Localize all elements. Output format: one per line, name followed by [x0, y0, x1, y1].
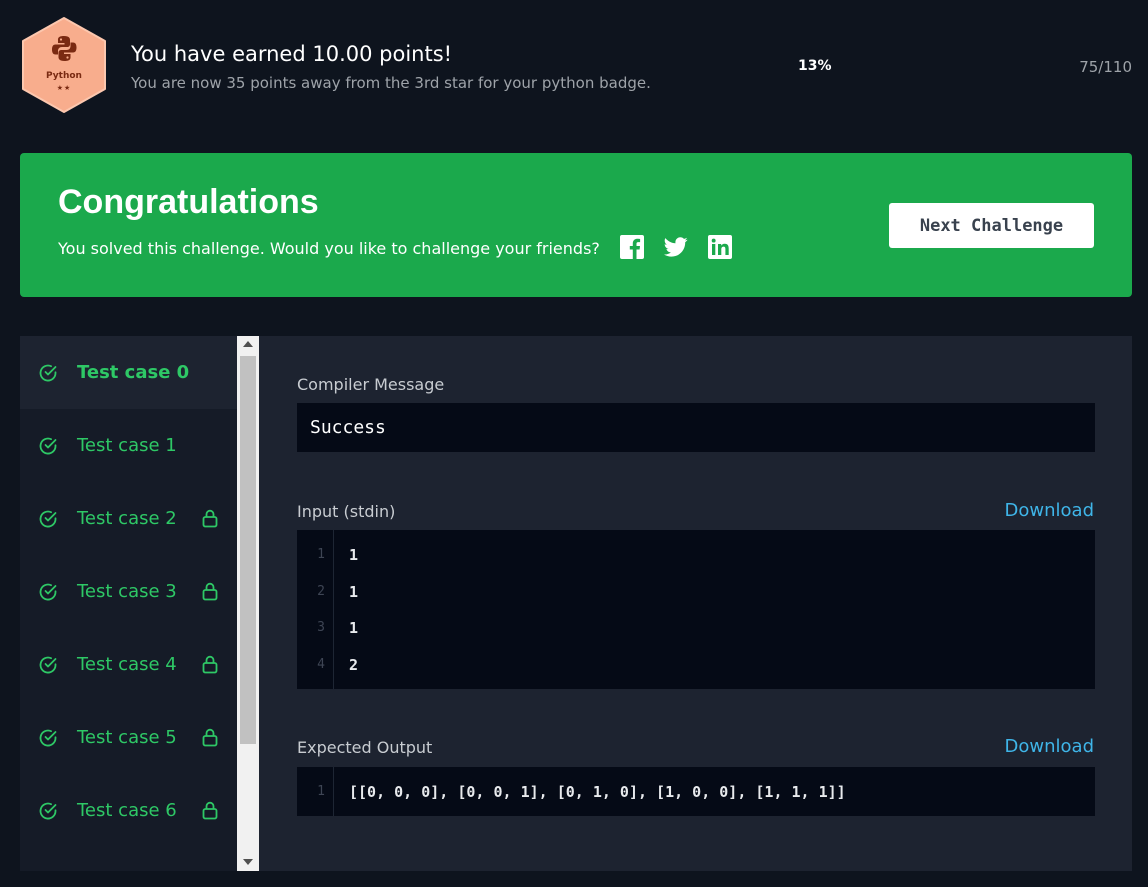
test-case-list: Test case 0 Test case 1 Test case 2 Test ca… — [20, 336, 237, 871]
linkedin-icon[interactable] — [708, 235, 732, 259]
test-case-label: Test case 4 — [77, 654, 177, 675]
python-badge: Python ★★ — [19, 16, 109, 114]
code-line: 11 — [297, 545, 1095, 565]
line-number: 2 — [317, 583, 325, 599]
check-circle-icon — [39, 729, 57, 746]
line-number: 4 — [317, 656, 325, 672]
expected-output-download-link[interactable]: Download — [1005, 736, 1094, 757]
line-content: 1 — [349, 619, 359, 637]
test-case-label: Test case 5 — [77, 727, 177, 748]
expected-output-code-box: 1 [[0, 0, 0], [0, 0, 1], [0, 1, 0], [1, 0… — [297, 767, 1095, 816]
compiler-message-box: Success — [297, 403, 1095, 452]
test-case-label: Test case 3 — [77, 581, 177, 602]
code-line: 31 — [297, 618, 1095, 638]
test-case-item[interactable]: Test case 5 — [20, 701, 237, 774]
test-case-label: Test case 1 — [77, 435, 177, 456]
facebook-icon[interactable] — [620, 235, 644, 259]
test-case-item[interactable]: Test case 3 — [20, 555, 237, 628]
line-number: 3 — [317, 620, 325, 635]
line-content: 2 — [349, 655, 359, 674]
test-result-panel: Compiler Message Success Input (stdin) D… — [259, 336, 1132, 871]
points-earned-title: You have earned 10.00 points! — [131, 42, 453, 66]
input-code-box: 11213142 — [297, 530, 1095, 689]
badge-stars: ★★ — [56, 84, 72, 92]
congratulations-banner: Congratulations You solved this challeng… — [20, 153, 1132, 297]
test-case-label: Test case 0 — [77, 362, 190, 383]
test-case-item[interactable]: Test case 0 — [20, 336, 237, 409]
banner-text: You solved this challenge. Would you lik… — [58, 239, 600, 258]
code-line: 1 [[0, 0, 0], [0, 0, 1], [0, 1, 0], [1, 0… — [297, 782, 1095, 802]
test-case-item[interactable]: Test case 6 — [20, 774, 237, 847]
expected-output-label: Expected Output — [297, 738, 433, 757]
compiler-message-text: Success — [310, 417, 386, 438]
check-circle-icon — [39, 802, 57, 819]
compiler-message-label: Compiler Message — [297, 375, 445, 394]
lock-icon — [202, 728, 218, 747]
line-content: [[0, 0, 0], [0, 0, 1], [0, 1, 0], [1, 0,… — [349, 783, 846, 801]
check-circle-icon — [39, 364, 57, 381]
check-circle-icon — [39, 437, 57, 454]
test-case-label: Test case 2 — [77, 508, 177, 529]
test-case-item[interactable]: Test case 1 — [20, 409, 237, 482]
input-label: Input (stdin) — [297, 502, 396, 521]
badge-progress-percent: 13% — [798, 58, 832, 74]
code-line: 42 — [297, 655, 1095, 675]
hexagon-badge-icon — [22, 17, 106, 113]
badge-progress-count: 75/110 — [1079, 58, 1132, 76]
lock-icon — [202, 582, 218, 601]
scroll-thumb[interactable] — [240, 356, 256, 744]
scroll-down-arrow-icon[interactable] — [243, 859, 253, 865]
line-content: 1 — [349, 546, 359, 564]
lock-icon — [202, 509, 218, 528]
test-case-scrollbar[interactable] — [237, 336, 259, 871]
next-challenge-button[interactable]: Next Challenge — [889, 203, 1094, 248]
badge-label: Python — [46, 71, 82, 81]
test-case-label: Test case 6 — [77, 800, 177, 821]
line-number: 1 — [317, 784, 325, 799]
check-circle-icon — [39, 510, 57, 527]
line-number: 1 — [317, 547, 325, 562]
line-content: 1 — [349, 582, 359, 601]
lock-icon — [202, 655, 218, 674]
check-circle-icon — [39, 656, 57, 673]
test-case-item[interactable]: Test case 2 — [20, 482, 237, 555]
check-circle-icon — [39, 583, 57, 600]
twitter-icon[interactable] — [664, 235, 688, 259]
input-download-link[interactable]: Download — [1005, 500, 1094, 521]
code-line: 21 — [297, 582, 1095, 602]
lock-icon — [202, 801, 218, 820]
points-earned-subtitle: You are now 35 points away from the 3rd … — [131, 74, 651, 92]
test-case-item[interactable]: Test case 4 — [20, 628, 237, 701]
banner-title: Congratulations — [58, 183, 319, 221]
scroll-up-arrow-icon[interactable] — [243, 341, 253, 347]
